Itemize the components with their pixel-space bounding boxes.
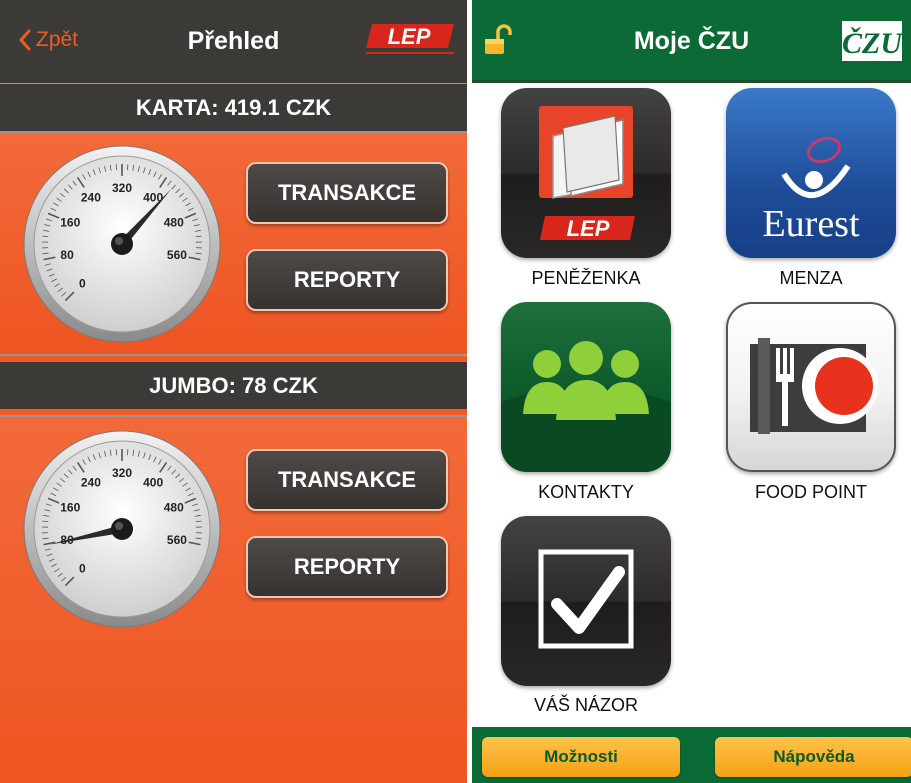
app-tile-contacts[interactable] — [501, 302, 671, 472]
gauge-tick-label: 320 — [112, 466, 132, 480]
transactions-button[interactable]: TRANSAKCE — [246, 449, 448, 511]
gauge-tick-label: 240 — [81, 475, 101, 489]
app-tile-menza[interactable]: Eurest — [726, 88, 896, 258]
card-section: 080160240320400480560 TRANSAKCE REPORTY — [0, 417, 467, 783]
gauge-hub — [111, 518, 133, 540]
options-button[interactable]: Možnosti — [482, 737, 680, 777]
app-label: PENĚŽENKA — [531, 268, 641, 288]
card-balance-header: JUMBO: 78 CZK — [0, 362, 467, 409]
bottom-toolbar: Možnosti Nápověda — [472, 727, 911, 783]
czu-logo-icon: ČZU — [842, 21, 903, 61]
gauge-tick-label: 480 — [164, 216, 184, 230]
checkmark-icon — [538, 549, 634, 649]
reports-button[interactable]: REPORTY — [246, 536, 448, 598]
gauge-tick-label: 160 — [60, 216, 80, 230]
people-icon — [501, 341, 671, 472]
lep-logo-icon: LEP — [366, 24, 454, 54]
card-balance-header: KARTA: 419.1 CZK — [0, 84, 467, 131]
help-button[interactable]: Nápověda — [715, 737, 911, 777]
gauge-hub-highlight — [115, 237, 123, 245]
gauge-tick-label: 320 — [112, 181, 132, 195]
transactions-button[interactable]: TRANSAKCE — [246, 162, 448, 224]
divider — [0, 354, 467, 356]
app-tile-food-point[interactable] — [726, 302, 896, 472]
lep-logo-text: LEP — [388, 24, 431, 49]
app-label: MENZA — [779, 268, 843, 288]
gauge-tick-label: 0 — [79, 277, 86, 291]
app-label: FOOD POINT — [755, 482, 867, 502]
gauge-tick-label: 240 — [81, 190, 101, 204]
app-label: KONTAKTY — [538, 482, 634, 502]
food-point-icon — [750, 338, 878, 434]
card-section: 080160240320400480560 TRANSAKCE REPORTY — [0, 133, 467, 354]
app-tile-wallet[interactable]: LEP — [501, 88, 671, 258]
wallet-logo-text: LEP — [567, 216, 610, 241]
wallet-icon: LEP — [539, 106, 635, 241]
reports-button[interactable]: REPORTY — [246, 249, 448, 311]
eurest-logo-text: Eurest — [762, 203, 860, 245]
gauge-hub — [111, 233, 133, 255]
navigation-bar: Moje ČZU ČZU — [472, 0, 911, 83]
gauge-tick-label: 560 — [167, 248, 187, 262]
balance-gauge: 080160240320400480560 — [23, 145, 221, 343]
czu-logo-text: ČZU — [842, 27, 903, 60]
gauge-tick-label: 160 — [60, 501, 80, 515]
balance-gauge: 080160240320400480560 — [23, 430, 221, 628]
eurest-icon: Eurest — [726, 136, 896, 258]
gauge-tick-label: 400 — [143, 475, 163, 489]
my-czu-screen: Moje ČZU ČZU LEP PENĚŽENKA Eurest MENZA — [472, 0, 911, 783]
navigation-bar: Zpět Přehled LEP — [0, 0, 467, 83]
wallet-overview-screen: Zpět Přehled LEP KARTA: 419.1 CZK 0 80 160… — [0, 0, 467, 783]
gauge-hub-highlight — [115, 522, 123, 530]
gauge-tick-label: 480 — [164, 501, 184, 515]
app-tile-feedback[interactable] — [501, 516, 671, 686]
app-label: VÁŠ NÁZOR — [533, 695, 639, 715]
gauge-tick-label: 80 — [60, 248, 74, 262]
gauge-tick-label: 0 — [79, 562, 86, 576]
gauge-tick-label: 560 — [167, 533, 187, 547]
